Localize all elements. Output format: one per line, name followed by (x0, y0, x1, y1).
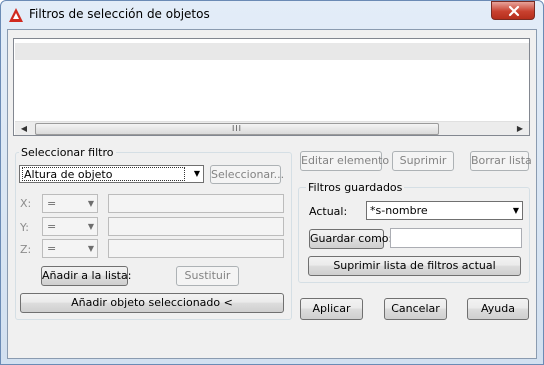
horizontal-scrollbar[interactable]: ◀ III ▶ (15, 121, 529, 135)
apply-button[interactable]: Aplicar (300, 298, 363, 320)
chevron-down-icon: ▼ (512, 206, 519, 215)
autocad-a-icon (8, 7, 24, 23)
z-value-field[interactable] (108, 239, 284, 258)
edit-item-button[interactable]: Editar elemento (300, 151, 389, 171)
chevron-down-icon: ▼ (87, 199, 94, 208)
y-operator-combo[interactable]: = ▼ (42, 217, 98, 236)
current-filter-value: *s-nombre (370, 204, 428, 217)
x-operator-value: = (47, 197, 57, 210)
y-value-field[interactable] (108, 217, 284, 236)
save-as-name-field[interactable] (390, 228, 522, 248)
y-label: Y: (20, 221, 29, 234)
saved-filters-legend: Filtros guardados (306, 181, 405, 194)
chevron-down-icon: ▼ (87, 222, 94, 231)
close-icon (508, 5, 520, 17)
x-value-field[interactable] (108, 194, 284, 213)
current-filter-combo[interactable]: *s-nombre ▼ (366, 201, 523, 220)
z-operator-value: = (47, 242, 57, 255)
scroll-right-arrow-icon[interactable]: ▶ (513, 122, 527, 136)
filter-type-combo[interactable]: Altura de objeto ▼ (19, 165, 204, 183)
scroll-left-arrow-icon[interactable]: ◀ (17, 122, 31, 136)
add-selected-object-button[interactable]: Añadir objeto seleccionado < (20, 293, 284, 313)
clear-list-button[interactable]: Borrar lista (470, 151, 532, 171)
cancel-button[interactable]: Cancelar (384, 298, 447, 320)
add-to-list-button[interactable]: Añadir a la lista: (41, 266, 131, 286)
x-operator-combo[interactable]: = ▼ (42, 194, 98, 213)
chevron-down-icon: ▼ (193, 169, 200, 178)
close-button[interactable] (491, 1, 535, 20)
scrollbar-thumb[interactable]: III (35, 123, 439, 135)
title-bar[interactable]: Filtros de selección de objetos (0, 0, 544, 29)
select-filter-legend: Seleccionar filtro (19, 146, 116, 159)
select-button[interactable]: Seleccionar... (210, 165, 284, 184)
replace-button[interactable]: Sustituir (176, 266, 239, 286)
chevron-down-icon: ▼ (87, 244, 94, 253)
z-label: Z: (20, 243, 32, 256)
x-label: X: (20, 197, 32, 210)
y-operator-value: = (47, 220, 57, 233)
list-item[interactable] (15, 43, 529, 60)
save-as-button[interactable]: Guardar como: (309, 229, 392, 249)
z-operator-combo[interactable]: = ▼ (42, 239, 98, 258)
delete-filter-list-button[interactable]: Suprimir lista de filtros actual (308, 256, 521, 276)
filter-list[interactable]: ◀ III ▶ (13, 38, 530, 136)
help-button[interactable]: Ayuda (467, 298, 529, 320)
filter-type-value: Altura de objeto (24, 168, 113, 181)
window-title: Filtros de selección de objetos (29, 7, 210, 21)
current-label: Actual: (309, 205, 348, 218)
delete-item-button[interactable]: Suprimir (392, 151, 454, 171)
